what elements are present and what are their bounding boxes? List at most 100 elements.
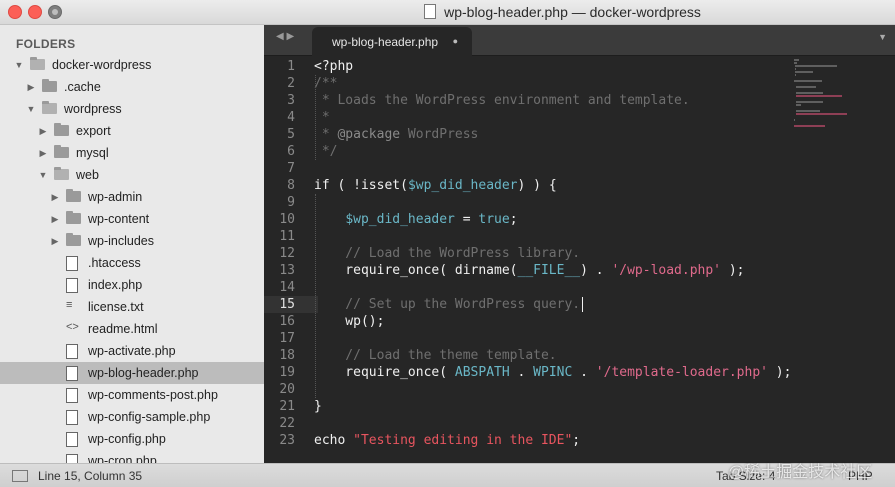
tree-item-label: wp-blog-header.php	[88, 366, 199, 380]
tree-item-label: index.php	[88, 278, 143, 292]
code-token: );	[721, 263, 745, 278]
chevron-right-icon[interactable]: ▶	[26, 76, 36, 98]
code-line: * Loads the WordPress environment and te…	[314, 92, 690, 109]
tree-item-label: docker-wordpress	[52, 58, 152, 72]
panel-toggle-icon[interactable]	[12, 470, 28, 482]
text-file-icon: ≡	[66, 299, 73, 311]
tree-file[interactable]: wp-cron.php	[0, 450, 264, 463]
code-line: if ( !isset($wp_did_header) ) {	[314, 177, 557, 194]
indent-guide	[315, 75, 316, 160]
code-line: require_once( dirname(__FILE__) . '/wp-l…	[314, 262, 745, 279]
indent-guide	[315, 194, 316, 398]
tree-folder[interactable]: ▶ .cache	[0, 76, 264, 98]
code-line: <?php	[314, 58, 353, 75]
tree-folder[interactable]: ▶ mysql	[0, 142, 264, 164]
tree-file[interactable]: wp-blog-header.php	[0, 362, 264, 384]
tree-item-label: wp-admin	[88, 190, 143, 204]
chevron-right-icon[interactable]: ▶	[38, 142, 48, 164]
tab-list-chevron-icon[interactable]: ▼	[878, 32, 887, 42]
file-icon	[66, 432, 78, 447]
line-number: 14	[279, 280, 295, 295]
code-token: @package	[337, 127, 401, 142]
code-line: /**	[314, 75, 337, 92]
tree-item-label: wp-config.php	[88, 432, 166, 446]
tree-folder[interactable]: ▶ export	[0, 120, 264, 142]
watermark: @稀土掘金技术社区	[728, 464, 873, 481]
chevron-right-icon[interactable]: ▶	[50, 230, 60, 252]
tree-item-label: wp-includes	[88, 234, 155, 248]
tree-folder[interactable]: ▶ wp-admin	[0, 186, 264, 208]
text-cursor	[581, 297, 583, 312]
code-token: ABSPATH	[454, 365, 510, 380]
tree-item-label: license.txt	[88, 300, 144, 314]
minimap-line	[794, 125, 825, 127]
code-token: wp();	[314, 314, 385, 329]
code-token: $wp_did_header	[407, 178, 518, 193]
code-token: *	[314, 110, 330, 125]
folder-icon	[66, 233, 81, 246]
line-number: 7	[287, 161, 295, 176]
code-token: ;	[509, 212, 518, 227]
tab-bar: ◀ ▶ wp-blog-header.php ● ▼	[264, 25, 895, 56]
code-line: require_once( ABSPATH . WPINC . '/templa…	[314, 364, 791, 381]
tree-file[interactable]: wp-config.php	[0, 428, 264, 450]
code-token: '/template-loader.php'	[595, 365, 768, 380]
tab-wp-blog-header[interactable]: wp-blog-header.php ●	[312, 27, 472, 56]
tree-file[interactable]: .htaccess	[0, 252, 264, 274]
chevron-right-icon[interactable]: ▶	[50, 208, 60, 230]
line-number: 10	[279, 212, 295, 227]
chevron-down-icon[interactable]: ▼	[26, 98, 36, 120]
minimap[interactable]	[794, 59, 884, 129]
minimap-line	[796, 110, 821, 112]
code-token: .	[572, 365, 596, 380]
tree-folder[interactable]: ▶ wp-content	[0, 208, 264, 230]
line-number: 17	[279, 331, 295, 346]
document-icon	[424, 4, 437, 19]
code-line: }	[314, 398, 322, 415]
chevron-right-icon[interactable]: ▶	[38, 120, 48, 142]
sidebar-heading: FOLDERS	[16, 37, 76, 51]
code-token: WordPress	[400, 127, 479, 142]
tree-file[interactable]: ≡ license.txt	[0, 296, 264, 318]
code-token: true	[478, 212, 510, 227]
chevron-right-icon[interactable]: ▶	[50, 186, 60, 208]
tree-file[interactable]: index.php	[0, 274, 264, 296]
close-tab-icon[interactable]: ●	[453, 36, 458, 46]
file-icon	[66, 388, 78, 403]
code-token: require_once( dirname(	[314, 263, 518, 278]
tree-file[interactable]: <> readme.html	[0, 318, 264, 340]
folder-icon	[54, 167, 69, 180]
line-number: 5	[287, 127, 295, 142]
sidebar: FOLDERS ▼ docker-wordpress ▶ .cache ▼ wordpre…	[0, 25, 264, 463]
tab-nav-arrows[interactable]: ◀ ▶	[276, 31, 294, 42]
chevron-down-icon[interactable]: ▼	[38, 164, 48, 186]
code-file-icon: <>	[66, 321, 79, 333]
tree-file[interactable]: wp-activate.php	[0, 340, 264, 362]
tree-folder[interactable]: ▼ docker-wordpress	[0, 54, 264, 76]
tree-item-label: web	[76, 168, 99, 182]
minimap-line	[794, 62, 797, 64]
folder-icon	[54, 123, 69, 136]
tree-folder[interactable]: ▼ web	[0, 164, 264, 186]
line-number: 6	[287, 144, 295, 159]
minimap-line	[794, 68, 796, 70]
code-line: *	[314, 109, 330, 126]
tree-file[interactable]: wp-config-sample.php	[0, 406, 264, 428]
code-token: }	[314, 399, 322, 414]
tree-folder[interactable]: ▼ wordpress	[0, 98, 264, 120]
tree-folder[interactable]: ▶ wp-includes	[0, 230, 264, 252]
line-number: 12	[279, 246, 295, 261]
code-token: isset	[360, 178, 401, 193]
code-token: // Set up the WordPress query.	[314, 297, 581, 312]
code-token: if ( !	[314, 178, 361, 193]
code-token: "Testing editing in the IDE"	[353, 433, 573, 448]
code-area[interactable]: <?php /** * Loads the WordPress environme…	[314, 55, 791, 463]
tree-file[interactable]: wp-comments-post.php	[0, 384, 264, 406]
window-title: wp-blog-header.php — docker-wordpress	[0, 4, 895, 20]
chevron-down-icon[interactable]: ▼	[14, 54, 24, 76]
tree-item-label: wp-comments-post.php	[88, 388, 218, 402]
code-line: */	[314, 143, 338, 160]
code-token: .	[509, 365, 534, 380]
tree-item-label: wp-content	[88, 212, 150, 226]
